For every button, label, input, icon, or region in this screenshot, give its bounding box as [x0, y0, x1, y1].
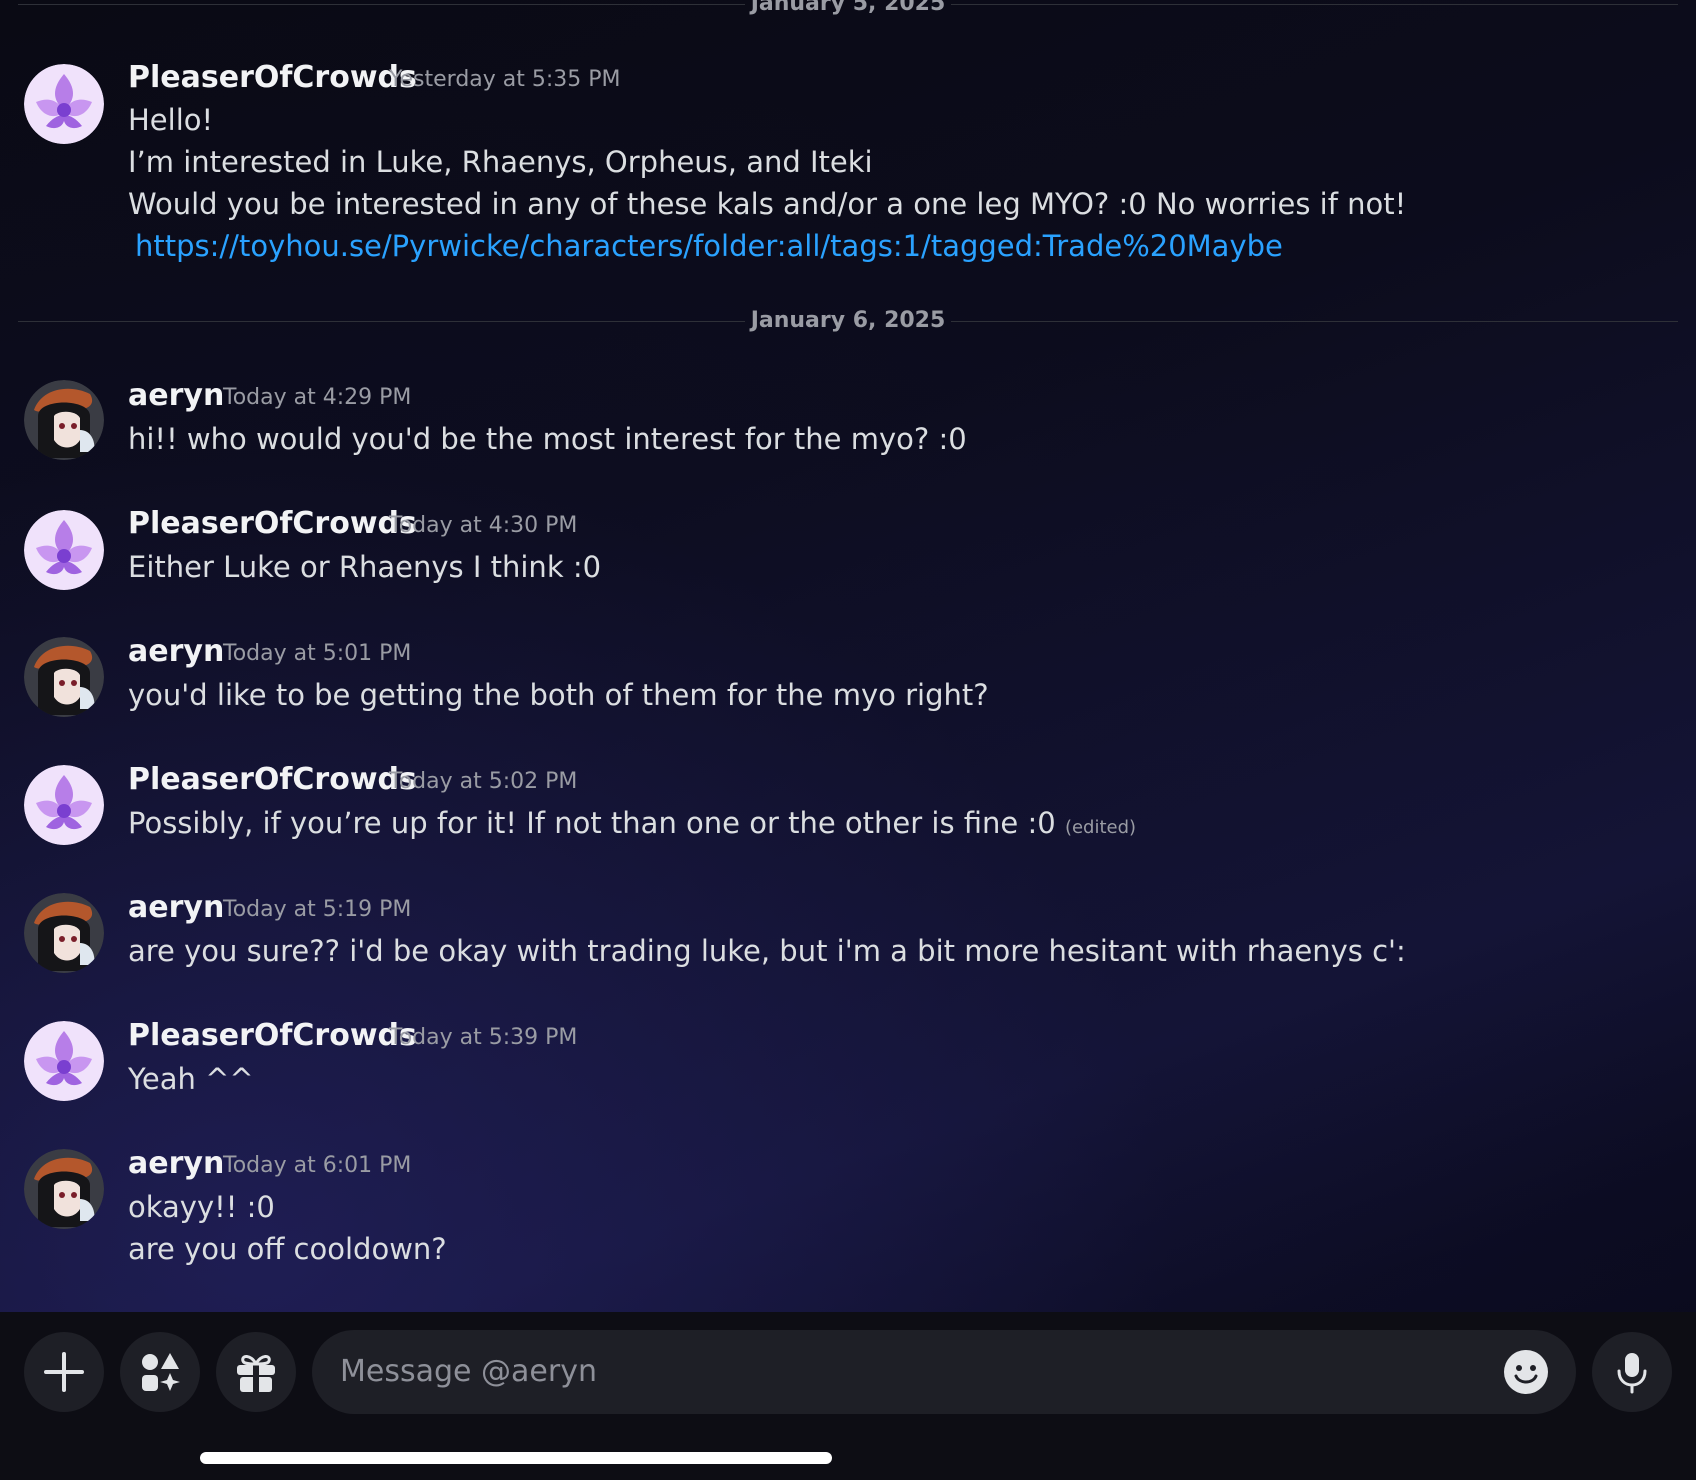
author-name[interactable]: aeryn	[128, 891, 224, 925]
anime-avatar-icon	[24, 637, 104, 717]
timestamp: Today at 5:01 PM	[223, 641, 412, 666]
timestamp: Today at 5:39 PM	[389, 1025, 578, 1050]
date-divider: January 5, 2025	[18, 0, 1678, 16]
flower-avatar-icon	[24, 64, 104, 144]
message-text: okayy!! :0	[128, 1190, 275, 1224]
attach-button[interactable]	[24, 1332, 104, 1412]
message-text: Yeah ^^	[128, 1062, 254, 1096]
author-name[interactable]: aeryn	[128, 379, 224, 413]
message-link[interactable]: https://toyhou.se/Pyrwicke/characters/fo…	[135, 225, 1283, 267]
timestamp: Today at 6:01 PM	[223, 1153, 412, 1178]
microphone-icon	[1617, 1353, 1647, 1394]
avatar[interactable]	[24, 64, 104, 144]
author-name[interactable]: PleaserOfCrowds	[128, 1019, 417, 1053]
anime-avatar-icon	[24, 1149, 104, 1229]
message-input-placeholder: Message @aeryn	[340, 1354, 597, 1389]
edited-label: (edited)	[1064, 817, 1137, 838]
message-text: Would you be interested in any of these …	[128, 187, 1407, 221]
message-text: Possibly, if you’re up for it! If not th…	[128, 802, 1136, 849]
message-text: you'd like to be getting the both of the…	[128, 678, 989, 712]
message-text-body: Possibly, if you’re up for it! If not th…	[128, 806, 1056, 840]
date-divider: January 6, 2025	[18, 309, 1678, 333]
emoji-icon	[1504, 1350, 1548, 1394]
flower-avatar-icon	[24, 1021, 104, 1101]
message-text: Hello!	[128, 103, 214, 137]
author-name[interactable]: PleaserOfCrowds	[128, 763, 417, 797]
timestamp: Today at 4:29 PM	[223, 385, 412, 410]
apps-button[interactable]	[120, 1332, 200, 1412]
apps-icon	[142, 1353, 180, 1391]
flower-avatar-icon	[24, 510, 104, 590]
avatar[interactable]	[24, 380, 104, 460]
timestamp: Today at 4:30 PM	[389, 513, 578, 538]
avatar[interactable]	[24, 510, 104, 590]
timestamp: Yesterday at 5:35 PM	[389, 67, 621, 92]
timestamp: Today at 5:19 PM	[223, 897, 412, 922]
author-name[interactable]: PleaserOfCrowds	[128, 507, 417, 541]
avatar[interactable]	[24, 1149, 104, 1229]
gift-button[interactable]	[216, 1332, 296, 1412]
message-text: hi!! who would you'd be the most interes…	[128, 422, 967, 456]
message-text: I’m interested in Luke, Rhaenys, Orpheus…	[128, 145, 873, 179]
avatar[interactable]	[24, 1021, 104, 1101]
plus-icon	[44, 1352, 84, 1392]
anime-avatar-icon	[24, 380, 104, 460]
anime-avatar-icon	[24, 893, 104, 973]
date-divider-label: January 5, 2025	[750, 0, 946, 16]
message-text: Either Luke or Rhaenys I think :0	[128, 550, 602, 584]
gift-icon	[237, 1355, 275, 1392]
author-name[interactable]: aeryn	[128, 635, 224, 669]
author-name[interactable]: PleaserOfCrowds	[128, 61, 417, 95]
timestamp: Today at 5:02 PM	[389, 769, 578, 794]
flower-avatar-icon	[24, 765, 104, 845]
avatar[interactable]	[24, 765, 104, 845]
voice-message-button[interactable]	[1592, 1332, 1672, 1412]
avatar[interactable]	[24, 893, 104, 973]
emoji-button[interactable]	[1504, 1350, 1548, 1394]
author-name[interactable]: aeryn	[128, 1147, 224, 1181]
message-input[interactable]: Message @aeryn	[312, 1330, 1576, 1414]
date-divider-label: January 6, 2025	[750, 308, 946, 333]
message-text: are you sure?? i'd be okay with trading …	[128, 934, 1406, 968]
home-indicator[interactable]	[200, 1452, 832, 1464]
message-text: are you off cooldown?	[128, 1232, 447, 1266]
message-list[interactable]: January 5, 2025 PleaserOfCrowds Yesterda…	[0, 0, 1696, 1312]
avatar[interactable]	[24, 637, 104, 717]
